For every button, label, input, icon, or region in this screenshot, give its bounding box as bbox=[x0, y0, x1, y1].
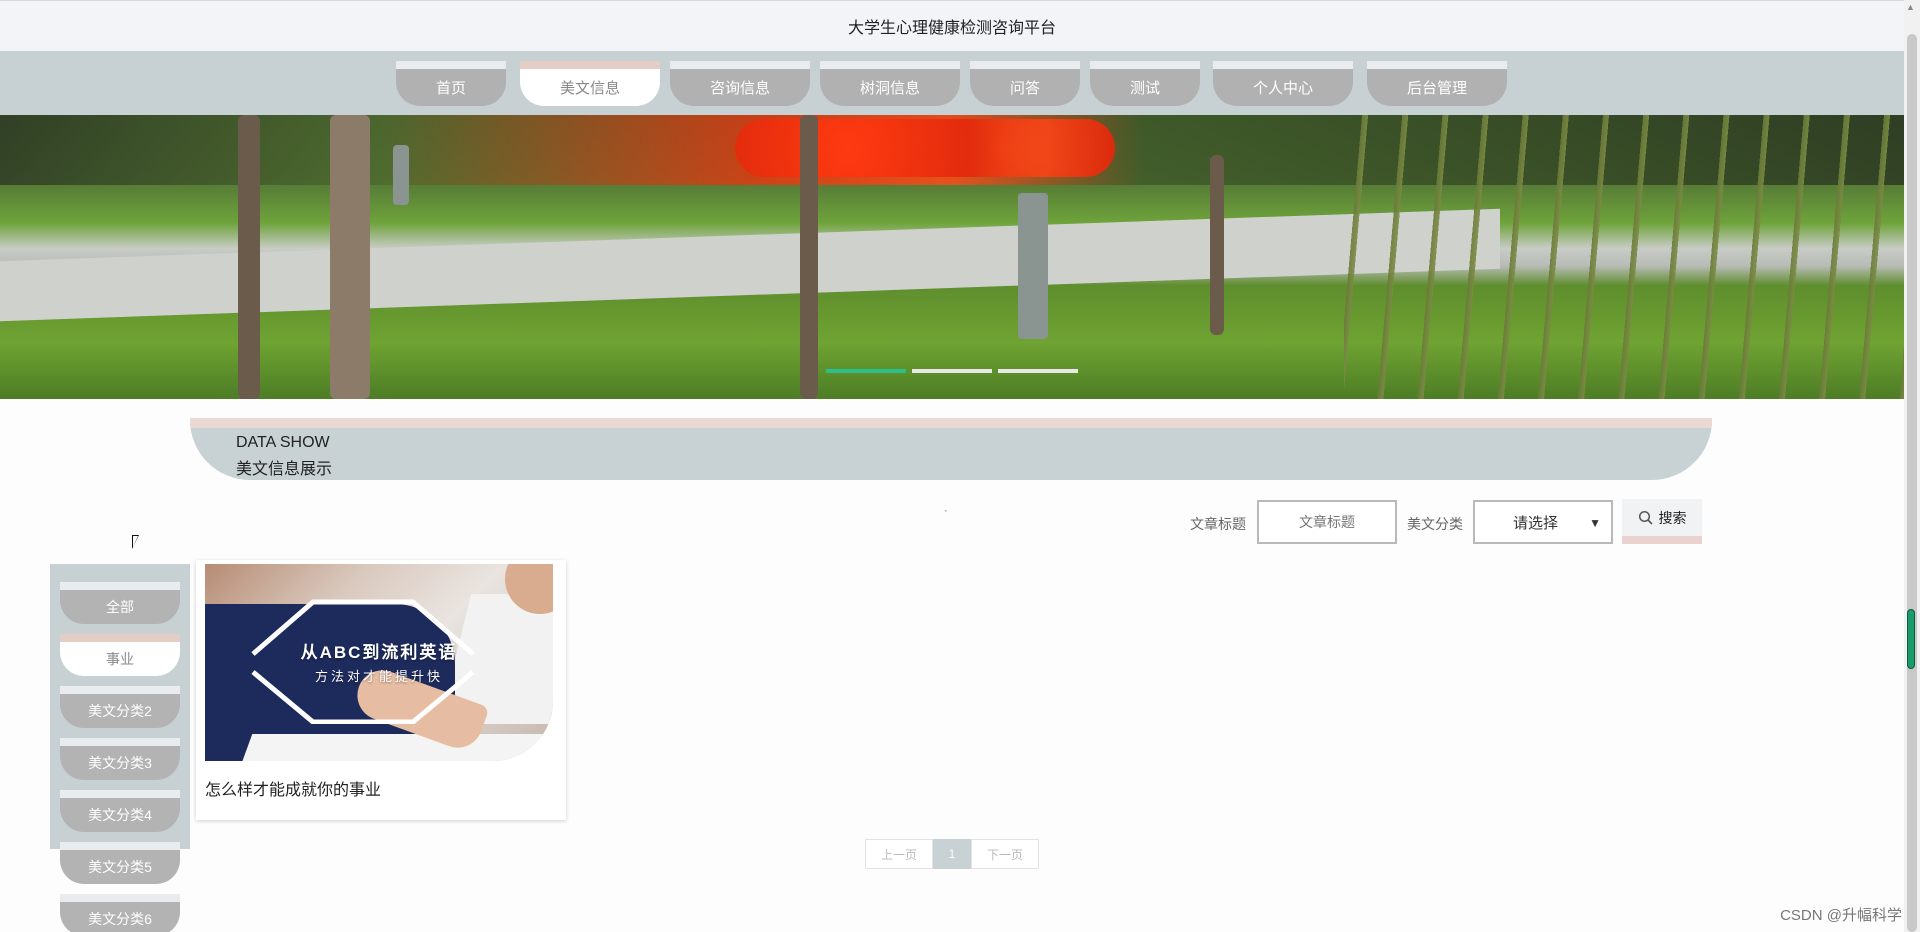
thumbnail-subline: 方法对才能提升快 bbox=[314, 669, 443, 684]
nav-item-qa[interactable]: 问答 bbox=[970, 61, 1080, 106]
page: 大学生心理健康检测咨询平台 首页 美文信息 咨询信息 树洞信息 问答 测试 个人… bbox=[0, 0, 1920, 932]
category-select-value: 请选择 bbox=[1513, 514, 1559, 532]
page-number-button[interactable]: 1 bbox=[933, 839, 971, 869]
section-title-en: DATA SHOW bbox=[236, 434, 330, 451]
nav-item-profile[interactable]: 个人中心 bbox=[1213, 61, 1353, 106]
section-header: DATA SHOW 美文信息展示 bbox=[190, 418, 1712, 480]
category-item-all[interactable]: 全部 bbox=[60, 582, 180, 624]
banner-lamp-post bbox=[1018, 193, 1048, 339]
title-search-input[interactable] bbox=[1257, 500, 1397, 544]
next-page-button[interactable]: 下一页 bbox=[971, 839, 1039, 869]
banner-carousel[interactable] bbox=[0, 115, 1904, 399]
nav-item-admin[interactable]: 后台管理 bbox=[1367, 61, 1507, 106]
banner-tree-trunk bbox=[1210, 155, 1224, 335]
carousel-dot[interactable] bbox=[826, 369, 906, 373]
category-item-career[interactable]: 事业 bbox=[60, 634, 180, 676]
article-card[interactable]: 从ABC到流利英语 方法对才能提升快 怎么样才能成就你的事业 bbox=[196, 560, 566, 820]
category-item-3[interactable]: 美文分类3 bbox=[60, 738, 180, 780]
nav-item-treehole[interactable]: 树洞信息 bbox=[820, 61, 960, 106]
search-button-label: 搜索 bbox=[1658, 509, 1687, 526]
main-nav: 首页 美文信息 咨询信息 树洞信息 问答 测试 个人中心 后台管理 bbox=[0, 51, 1904, 115]
mouse-cursor-icon bbox=[132, 535, 139, 549]
carousel-dot[interactable] bbox=[998, 369, 1078, 373]
chevron-down-icon: ▼ bbox=[1589, 516, 1601, 530]
category-item-5[interactable]: 美文分类5 bbox=[60, 842, 180, 884]
nav-item-articles[interactable]: 美文信息 bbox=[520, 61, 660, 106]
title-search-label: 文章标题 bbox=[1190, 516, 1246, 532]
section-title-cn: 美文信息展示 bbox=[236, 461, 333, 478]
pagination: 上一页 1 下一页 bbox=[865, 839, 1039, 869]
search-icon bbox=[1638, 510, 1653, 525]
prev-page-button[interactable]: 上一页 bbox=[865, 839, 933, 869]
banner-tree-trunk bbox=[800, 115, 818, 399]
banner-tree-trunk bbox=[238, 115, 260, 399]
category-item-2[interactable]: 美文分类2 bbox=[60, 686, 180, 728]
thumbnail-book bbox=[237, 734, 553, 761]
scroll-up-arrow-icon[interactable]: ▲ bbox=[1906, 2, 1915, 12]
site-title: 大学生心理健康检测咨询平台 bbox=[847, 20, 1056, 37]
banner-flowers bbox=[735, 119, 1115, 177]
banner-bamboo bbox=[1344, 115, 1904, 399]
carousel-indicators bbox=[826, 369, 1078, 373]
banner-lamp-post bbox=[393, 145, 409, 205]
loading-spinner-icon: ⠂ bbox=[943, 505, 952, 519]
category-filter-label: 美文分类 bbox=[1407, 516, 1463, 532]
carousel-dot[interactable] bbox=[912, 369, 992, 373]
site-header: 大学生心理健康检测咨询平台 bbox=[0, 0, 1904, 51]
category-item-4[interactable]: 美文分类4 bbox=[60, 790, 180, 832]
watermark: CSDN @升幅科学 bbox=[1780, 907, 1902, 924]
nav-item-consultation[interactable]: 咨询信息 bbox=[670, 61, 810, 106]
category-item-6[interactable]: 美文分类6 bbox=[60, 894, 180, 932]
floating-side-handle[interactable] bbox=[1907, 609, 1915, 669]
nav-item-test[interactable]: 测试 bbox=[1090, 61, 1200, 106]
nav-item-home[interactable]: 首页 bbox=[396, 61, 506, 106]
article-title[interactable]: 怎么样才能成就你的事业 bbox=[205, 776, 381, 800]
search-button[interactable]: 搜索 bbox=[1622, 499, 1702, 544]
scrollbar-thumb[interactable] bbox=[1907, 34, 1917, 932]
category-select[interactable]: 请选择 ▼ bbox=[1473, 500, 1613, 544]
banner-tree-trunk bbox=[330, 115, 370, 399]
thumbnail-headline: 从ABC到流利英语 bbox=[300, 643, 458, 662]
article-thumbnail: 从ABC到流利英语 方法对才能提升快 bbox=[205, 564, 553, 761]
banner-road bbox=[0, 208, 1500, 322]
